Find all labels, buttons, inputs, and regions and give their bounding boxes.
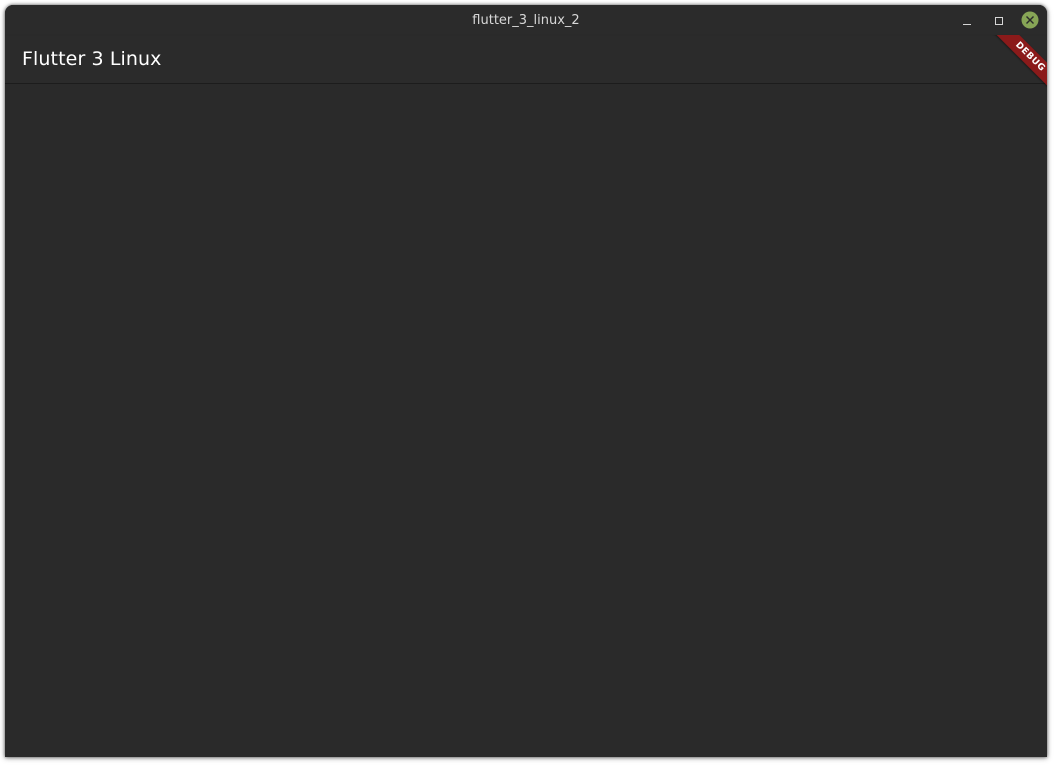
app-body	[5, 84, 1047, 757]
close-button[interactable]	[1020, 11, 1040, 31]
minimize-button[interactable]	[957, 11, 977, 31]
window-titlebar[interactable]: flutter_3_linux_2	[5, 5, 1047, 36]
app-window: flutter_3_linux_2 Flutter 3 Linux DEBUG	[5, 5, 1047, 757]
minimize-icon	[963, 24, 971, 25]
maximize-icon	[995, 17, 1003, 25]
window-title: flutter_3_linux_2	[472, 13, 580, 28]
close-icon	[1021, 11, 1039, 29]
maximize-button[interactable]	[989, 11, 1009, 31]
app-bar: Flutter 3 Linux	[5, 36, 1047, 84]
app-bar-title: Flutter 3 Linux	[22, 48, 162, 70]
